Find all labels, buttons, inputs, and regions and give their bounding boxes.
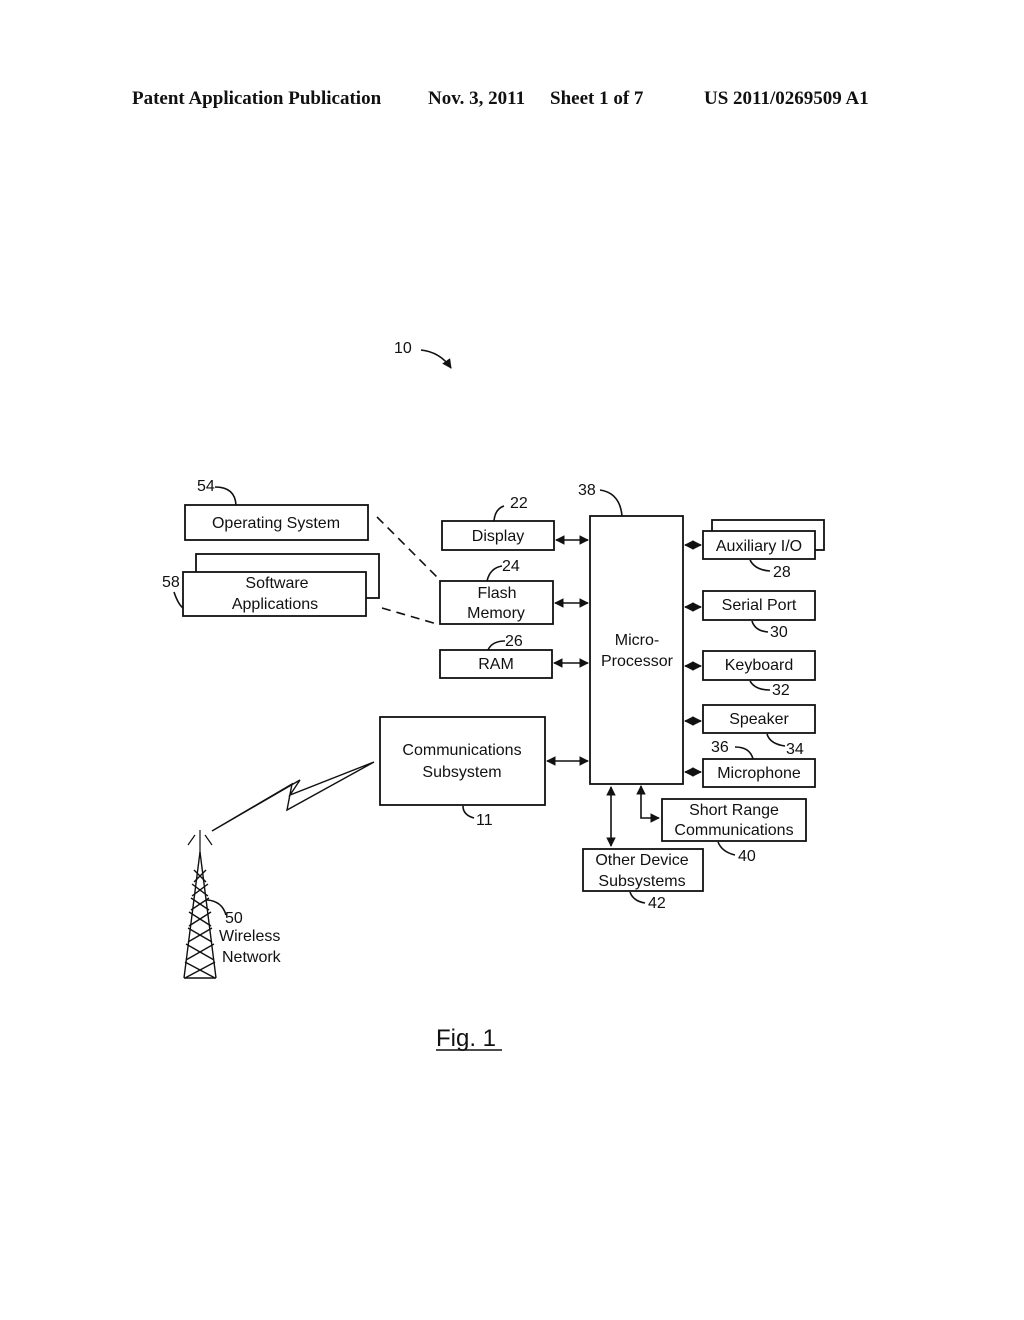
flash-memory-ref: 24 — [502, 558, 520, 575]
wireless-network-ref: 50 — [225, 910, 243, 927]
device-reference: 10 — [394, 340, 452, 369]
auxiliary-io-ref: 28 — [773, 564, 791, 581]
figure-caption: Fig. 1 — [436, 1025, 496, 1052]
microphone-ref: 36 — [711, 739, 729, 756]
speaker-ref: 34 — [786, 741, 804, 758]
auxiliary-io-block: Auxiliary I/O 28 — [684, 519, 825, 581]
ram-label: RAM — [478, 656, 514, 673]
communications-subsystem-block: Communications Subsystem 11 — [379, 716, 589, 829]
ram-block: RAM 26 — [439, 633, 589, 679]
serial-port-label: Serial Port — [722, 597, 797, 614]
keyboard-ref: 32 — [772, 682, 790, 699]
ram-ref: 26 — [505, 633, 523, 650]
os-to-flash-link — [376, 516, 441, 581]
software-applications-ref: 58 — [162, 574, 180, 591]
display-ref: 22 — [510, 495, 528, 512]
communications-label-2: Subsystem — [422, 764, 501, 781]
software-applications-label-2: Applications — [232, 596, 318, 613]
other-device-label-2: Subsystems — [598, 873, 685, 890]
cell-tower-icon — [183, 830, 217, 979]
serial-port-block: Serial Port 30 — [684, 590, 816, 641]
microprocessor-label-1: Micro- — [615, 632, 659, 649]
serial-port-ref: 30 — [770, 624, 788, 641]
microprocessor-ref: 38 — [578, 482, 596, 499]
apps-to-flash-link — [381, 607, 438, 625]
communications-ref: 11 — [476, 812, 493, 829]
short-range-ref: 40 — [738, 848, 756, 865]
flash-memory-label-1: Flash — [477, 585, 516, 602]
microprocessor-block: Micro- Processor 38 — [578, 482, 684, 785]
keyboard-label: Keyboard — [725, 657, 794, 674]
wireless-signal-icon — [211, 761, 375, 832]
display-block: Display 22 — [441, 495, 589, 551]
microphone-label: Microphone — [717, 765, 801, 782]
operating-system-ref: 54 — [197, 478, 215, 495]
operating-system-label: Operating System — [212, 515, 340, 532]
block-diagram: 10 Operating System 54 Software Applicat… — [162, 340, 825, 1052]
display-label: Display — [472, 528, 524, 545]
speaker-block: Speaker 34 — [684, 704, 816, 758]
wireless-network-label-1: Wireless — [219, 928, 280, 945]
microprocessor-label-2: Processor — [601, 653, 674, 670]
keyboard-block: Keyboard 32 — [684, 650, 816, 699]
wireless-network-label-2: Network — [222, 949, 282, 966]
communications-label-1: Communications — [402, 742, 521, 759]
short-range-label-2: Communications — [674, 822, 793, 839]
operating-system-block: Operating System 54 — [184, 478, 369, 541]
flash-memory-block: Flash Memory 24 — [439, 558, 589, 625]
software-applications-label-1: Software — [245, 575, 308, 592]
flash-memory-label-2: Memory — [467, 605, 525, 622]
speaker-label: Speaker — [729, 711, 789, 728]
software-applications-block: Software Applications 58 — [162, 553, 380, 617]
other-device-ref: 42 — [648, 895, 666, 912]
auxiliary-io-label: Auxiliary I/O — [716, 538, 802, 555]
other-device-label-1: Other Device — [595, 852, 688, 869]
short-range-label-1: Short Range — [689, 802, 779, 819]
device-ref-label: 10 — [394, 340, 412, 357]
